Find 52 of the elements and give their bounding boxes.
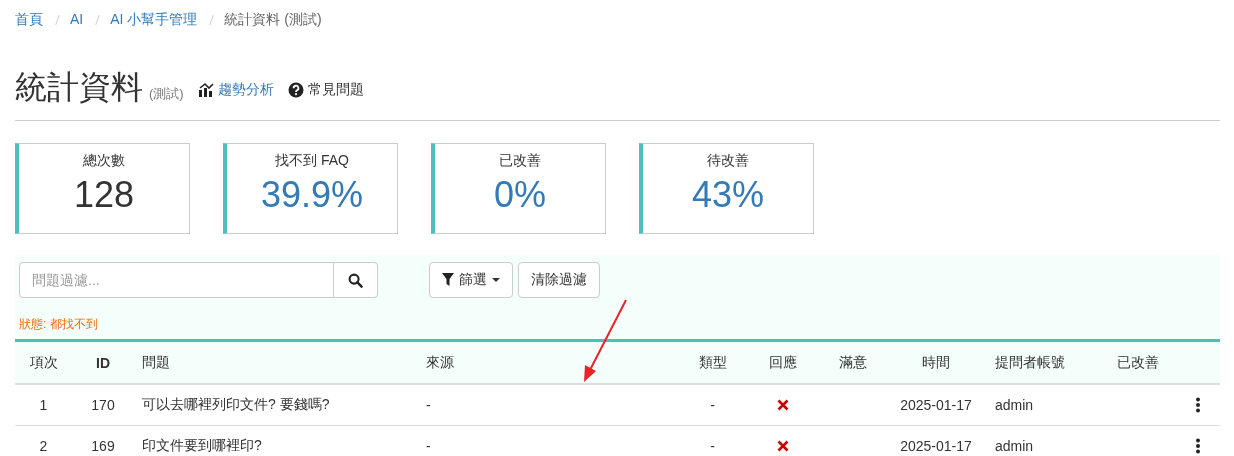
search-button[interactable]	[334, 262, 378, 298]
table-cell-text: 170	[90, 397, 116, 413]
stat-value: 0%	[494, 174, 546, 216]
breadcrumb-link[interactable]: AI 小幫手管理	[110, 11, 198, 31]
breadcrumb-link[interactable]: AI	[70, 11, 84, 31]
clear-filter-button[interactable]: 清除過濾	[518, 262, 600, 298]
search-icon	[348, 272, 363, 288]
table-cell-text: -	[709, 438, 716, 454]
table-cell-text: -	[425, 397, 432, 413]
table-cell-text: admin	[994, 438, 1035, 454]
column-header: 類型	[697, 353, 728, 372]
column-header: 問題	[141, 353, 171, 372]
breadcrumb-current: 統計資料 (測試)	[224, 11, 322, 29]
table-cell-text: 可以去哪裡列印文件? 要錢嗎?	[141, 396, 331, 414]
header-link[interactable]: 趨勢分析	[197, 81, 274, 99]
table-cell-text: 169	[90, 438, 116, 454]
help-icon	[287, 82, 304, 98]
more-menu-icon[interactable]	[1194, 438, 1201, 454]
caret-icon	[492, 277, 500, 283]
column-header: 項次	[28, 353, 59, 372]
stat-label: 找不到 FAQ	[275, 152, 349, 170]
header-link[interactable]: 常見問題	[287, 81, 364, 99]
column-header: 時間	[921, 353, 951, 372]
stat-value: 43%	[691, 174, 765, 216]
column-header: 已改善	[1115, 353, 1160, 372]
page-title: 統計資料	[15, 68, 143, 107]
table-cell-text: 2025-01-17	[899, 438, 973, 454]
table-cell-text: admin	[994, 397, 1035, 413]
column-header: 提問者帳號	[994, 353, 1066, 372]
table-cell-text: -	[425, 438, 432, 454]
stat-value: 39.9%	[260, 174, 364, 216]
column-header: ID	[95, 354, 111, 371]
column-header: 來源	[425, 353, 455, 372]
table-cell-text: 2	[38, 438, 49, 454]
bar-chart-icon	[197, 82, 214, 98]
stat-label: 總次數	[83, 152, 125, 170]
column-header: 滿意	[837, 353, 868, 372]
table-cell-text: 1	[38, 397, 49, 413]
more-menu-icon[interactable]	[1194, 397, 1201, 413]
column-header: 回應	[767, 353, 798, 372]
search-field[interactable]: 問題過濾...	[19, 262, 334, 298]
filter-icon	[442, 273, 454, 287]
table-cell-text: 印文件要到哪裡印?	[141, 437, 263, 455]
stat-value: 128	[73, 174, 135, 216]
stat-label: 待改善	[707, 152, 749, 170]
table-cell-text: -	[709, 397, 716, 413]
table-cell-text: 2025-01-17	[899, 397, 973, 413]
filter-dropdown-button[interactable]: 篩選	[429, 262, 513, 298]
breadcrumb-link[interactable]: 首頁	[15, 11, 43, 31]
stat-label: 已改善	[499, 152, 541, 170]
page-subtitle: (測試)	[149, 85, 184, 103]
filter-status: 狀態: 都找不到	[19, 316, 99, 333]
